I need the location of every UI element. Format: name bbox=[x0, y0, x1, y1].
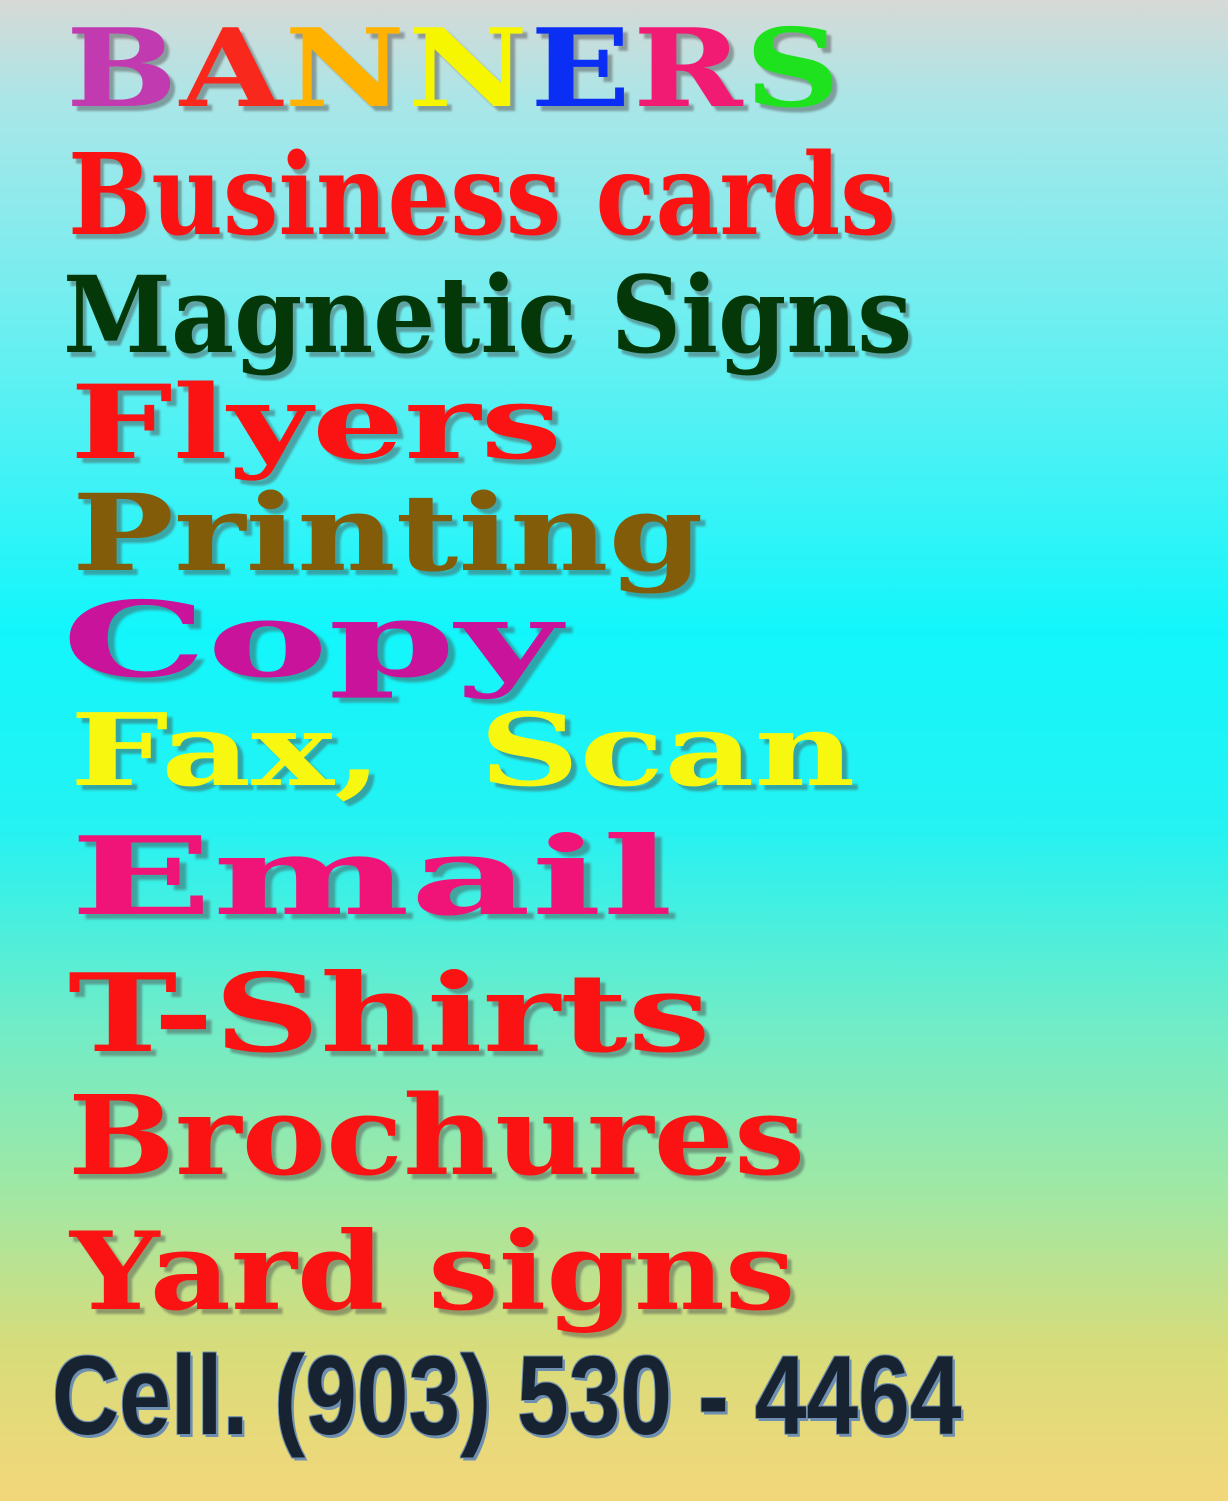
banners-letter-a: A bbox=[179, 6, 285, 132]
service-copy: Copy bbox=[62, 578, 562, 701]
service-tshirts: T-Shirts bbox=[68, 951, 711, 1077]
service-yard-signs: Yard signs bbox=[70, 1209, 796, 1335]
service-flyers: Flyers bbox=[70, 363, 563, 483]
banners-letter-n1: N bbox=[284, 6, 408, 132]
banners-heading: BANNERS bbox=[66, 15, 843, 123]
service-printing: Printing bbox=[72, 470, 704, 595]
banners-letter-b: B bbox=[66, 6, 180, 132]
banners-letter-e: E bbox=[530, 6, 634, 132]
services-flyer: BANNERS Business cards Magnetic Signs Fl… bbox=[0, 0, 1228, 1501]
banners-letter-s: S bbox=[745, 6, 843, 132]
service-fax-scan: Fax, Scan bbox=[70, 691, 856, 809]
banners-letter-n2: N bbox=[407, 6, 531, 132]
service-brochures: Brochures bbox=[68, 1071, 806, 1200]
banners-letter-r: R bbox=[633, 6, 746, 132]
service-business-cards: Business cards bbox=[68, 130, 896, 261]
service-email: Email bbox=[70, 814, 674, 940]
contact-phone: Cell. (903) 530 - 4464 bbox=[52, 1333, 962, 1458]
service-magnetic-signs: Magnetic Signs bbox=[63, 252, 913, 377]
